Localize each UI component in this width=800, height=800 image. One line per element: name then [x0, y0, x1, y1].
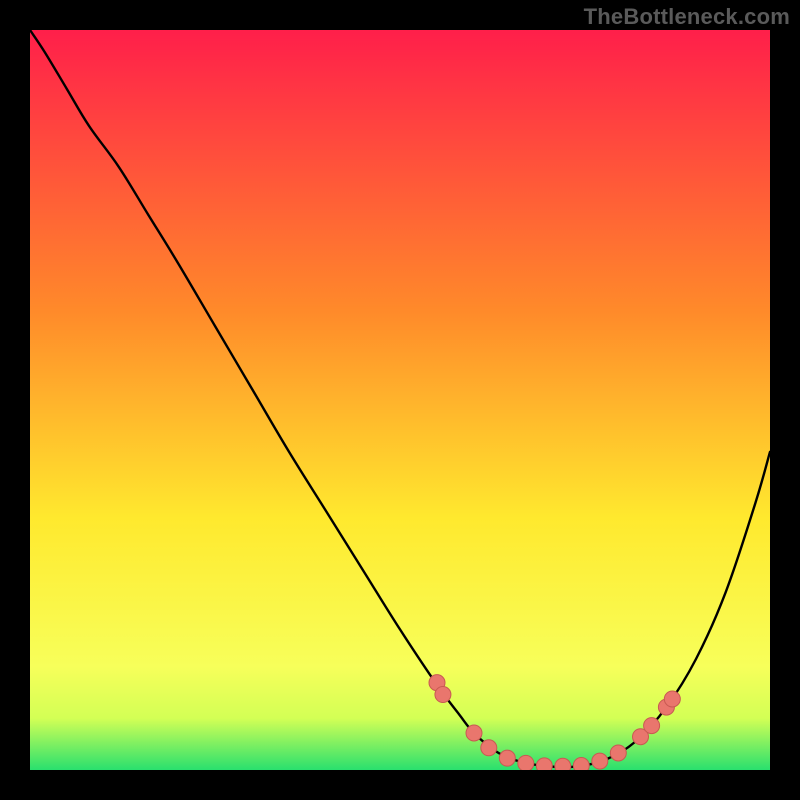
highlight-dot [518, 755, 534, 770]
plot-area [30, 30, 770, 770]
chart-svg [30, 30, 770, 770]
watermark-text: TheBottleneck.com [584, 4, 790, 30]
highlight-dot [555, 758, 571, 770]
highlight-dot [481, 740, 497, 756]
highlight-dot [664, 691, 680, 707]
chart-frame: TheBottleneck.com [0, 0, 800, 800]
highlight-dot [499, 750, 515, 766]
highlight-dot [435, 687, 451, 703]
highlight-dot [610, 745, 626, 761]
highlight-dot [536, 758, 552, 770]
highlight-dot [592, 753, 608, 769]
highlight-dot [573, 758, 589, 770]
highlight-dot [466, 725, 482, 741]
gradient-background [30, 30, 770, 770]
highlight-dot [644, 718, 660, 734]
